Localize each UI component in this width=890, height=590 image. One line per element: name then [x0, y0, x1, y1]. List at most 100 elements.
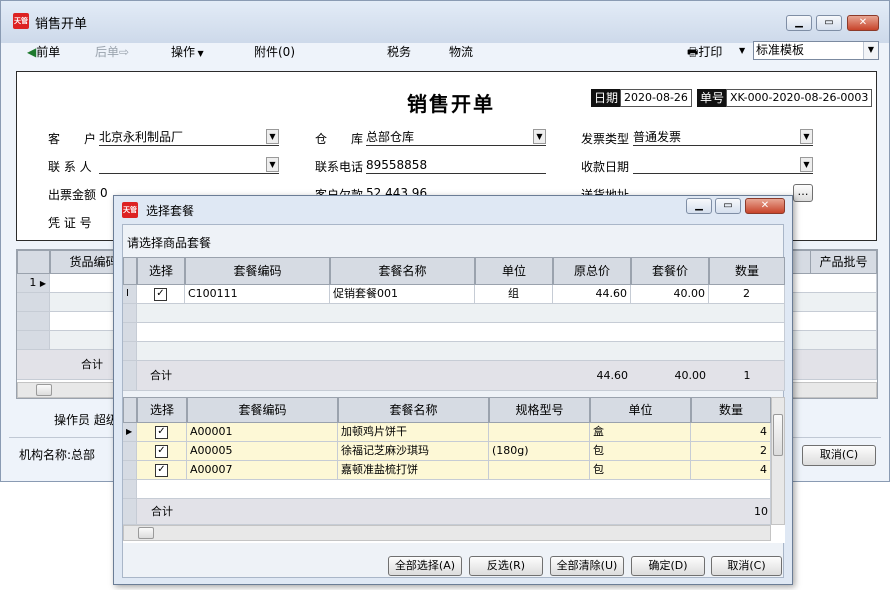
dialog-close-button[interactable]: ✕	[745, 198, 785, 214]
horizontal-scrollbar[interactable]	[123, 525, 771, 541]
ok-button[interactable]: 确定(D)	[631, 556, 705, 576]
select-cell[interactable]: ✓	[137, 285, 185, 304]
column-header[interactable]: 套餐编码	[187, 397, 338, 423]
caret-down-icon: ▼	[195, 49, 204, 58]
prev-order-button[interactable]: ◀前单	[27, 43, 60, 60]
chevron-down-icon[interactable]: ▼	[533, 129, 546, 144]
row-header	[17, 331, 50, 350]
checkbox[interactable]: ✓	[154, 287, 167, 301]
phone-field[interactable]: 89558858	[366, 157, 546, 174]
column-header[interactable]: 选择	[137, 257, 185, 285]
scroll-thumb[interactable]	[773, 414, 783, 456]
date-label: 日期	[591, 89, 622, 107]
checkbox[interactable]: ✓	[155, 425, 168, 439]
row-header	[17, 293, 50, 312]
maximize-button[interactable]: ▭	[816, 15, 842, 31]
column-header[interactable]: 套餐名称	[338, 397, 489, 423]
column-header[interactable]: 数量	[691, 397, 771, 423]
column-header[interactable]: 规格型号	[489, 397, 590, 423]
row-header: I	[123, 285, 137, 304]
table-cell: 44.60	[553, 285, 631, 304]
invoice-type-label: 发票类型	[581, 132, 630, 146]
minimize-button[interactable]: ▁	[786, 15, 812, 31]
operations-menu[interactable]: 操作 ▼	[171, 43, 204, 60]
warehouse-field[interactable]: 总部仓库 ▼	[366, 129, 546, 146]
col-batch[interactable]: 产品批号	[810, 250, 877, 274]
print-button[interactable]: 🖶打印	[687, 43, 722, 64]
toolbar: ◀前单 后单⇨ 操作 ▼ 附件(0) 税务 物流 🖶打印 ▼ 标准模板 ▼	[9, 37, 881, 67]
table-cell: 4	[691, 423, 771, 442]
template-select[interactable]: 标准模板 ▼	[753, 41, 879, 60]
total-price: 40.00	[674, 369, 707, 382]
table-row[interactable]	[137, 323, 785, 342]
chevron-down-icon[interactable]: ▼	[800, 129, 813, 144]
scroll-thumb[interactable]	[138, 527, 154, 539]
table-cell: 盒	[590, 423, 691, 442]
column-header[interactable]: 套餐价	[631, 257, 709, 285]
invert-selection-button[interactable]: 反选(R)	[469, 556, 543, 576]
column-header[interactable]: 单位	[590, 397, 691, 423]
chevron-down-icon[interactable]: ▼	[266, 157, 279, 172]
invoice-type-field[interactable]: 普通发票 ▼	[633, 129, 813, 146]
contact-field[interactable]: ▼	[99, 157, 279, 174]
table-cell	[489, 461, 590, 480]
arrow-right-icon: ⇨	[119, 45, 130, 59]
select-all-button[interactable]: 全部选择(A)	[388, 556, 462, 576]
dialog-cancel-button[interactable]: 取消(C)	[711, 556, 782, 576]
row-header: ▶	[123, 423, 137, 442]
date-field[interactable]: 2020-08-26	[620, 89, 692, 107]
table-cell: A00005	[187, 442, 338, 461]
receive-date-label: 收款日期	[581, 160, 630, 174]
column-header[interactable]: 套餐名称	[330, 257, 475, 285]
dialog-minimize-button[interactable]: ▁	[686, 198, 712, 214]
table-cell: 2	[709, 285, 785, 304]
table-cell: A00007	[187, 461, 338, 480]
table-row[interactable]	[137, 342, 785, 361]
dialog-prompt: 请选择商品套餐	[127, 236, 212, 250]
row-header	[123, 480, 137, 499]
tax-button[interactable]: 税务	[387, 43, 411, 60]
main-cancel-button[interactable]: 取消(C)	[802, 445, 876, 466]
column-header[interactable]: 原总价	[553, 257, 631, 285]
dialog-maximize-button[interactable]: ▭	[715, 198, 741, 214]
checkbox[interactable]: ✓	[155, 444, 168, 458]
printer-icon: 🖶	[687, 45, 699, 59]
scroll-thumb[interactable]	[36, 384, 52, 396]
checkbox[interactable]: ✓	[155, 463, 168, 477]
clear-all-button[interactable]: 全部清除(U)	[550, 556, 624, 576]
table-cell: 促销套餐001	[330, 285, 475, 304]
ship-address-picker-button[interactable]: …	[793, 184, 813, 202]
table-row[interactable]	[137, 480, 771, 499]
phone-label: 联系电话	[315, 160, 364, 174]
row-header	[123, 342, 137, 361]
logistics-button[interactable]: 物流	[449, 43, 473, 60]
table-row[interactable]	[137, 304, 785, 323]
vertical-scrollbar[interactable]	[771, 397, 785, 525]
close-button[interactable]: ✕	[847, 15, 879, 31]
receive-date-field[interactable]: ▼	[633, 157, 813, 174]
table-cell: 包	[590, 442, 691, 461]
row-header	[123, 461, 137, 480]
invoice-amount-field[interactable]: 0	[100, 186, 108, 200]
select-cell[interactable]: ✓	[137, 442, 187, 461]
total-row	[137, 499, 771, 525]
grid-corner	[17, 250, 50, 274]
column-header[interactable]: 选择	[137, 397, 187, 423]
window-title: 销售开单	[35, 17, 88, 32]
chevron-down-icon[interactable]: ▼	[800, 157, 813, 172]
select-cell[interactable]: ✓	[137, 423, 187, 442]
chevron-down-icon[interactable]: ▼	[266, 129, 279, 144]
total-label: 合计	[150, 369, 172, 382]
select-cell[interactable]: ✓	[137, 461, 187, 480]
contact-label: 联 系 人	[48, 160, 92, 174]
row-header	[17, 312, 50, 331]
column-header[interactable]: 数量	[709, 257, 785, 285]
print-dropdown-icon[interactable]: ▼	[739, 46, 745, 55]
table-cell: 包	[590, 461, 691, 480]
column-header[interactable]: 套餐编码	[185, 257, 330, 285]
column-header[interactable]: 单位	[475, 257, 553, 285]
customer-field[interactable]: 北京永利制品厂 ▼	[99, 129, 279, 146]
attachments-button[interactable]: 附件(0)	[254, 43, 295, 60]
row-header	[123, 499, 137, 525]
next-order-button[interactable]: 后单⇨	[95, 43, 129, 60]
